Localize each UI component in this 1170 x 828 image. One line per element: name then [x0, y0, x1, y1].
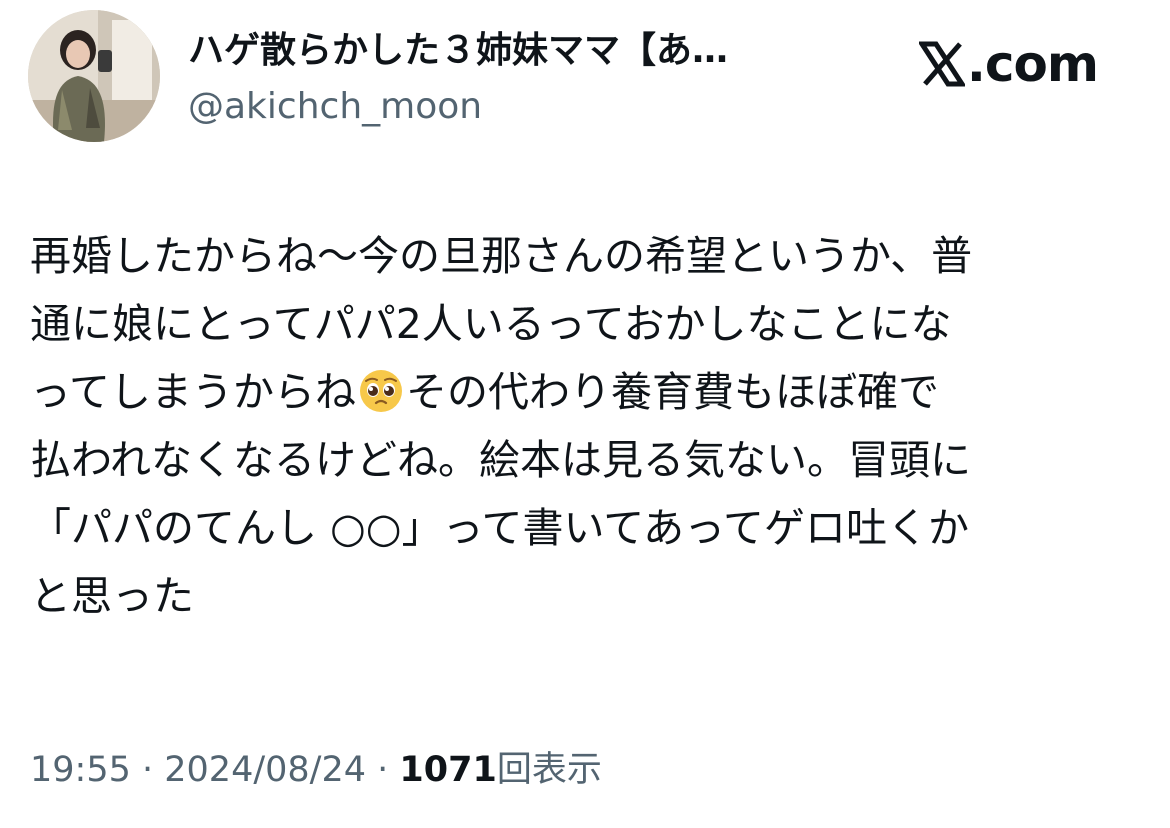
meta-separator: · [130, 750, 165, 790]
tweet-line: 「パパのてんし ○○」って書いてあってゲロ吐くか [30, 504, 970, 552]
tweet-line: ってしまうからね その代わり養育費もほぼ確で [30, 358, 1140, 426]
meta-separator: · [366, 750, 400, 790]
username-handle[interactable]: @akichch_moon [188, 84, 848, 130]
display-name[interactable]: ハゲ散らかした３姉妹ママ【あ… [188, 28, 848, 74]
tweet-header: ハゲ散らかした３姉妹ママ【あ… @akichch_moon .com [28, 10, 1138, 144]
tweet-meta: 19:55 · 2024/08/24 · 1071回表示 [30, 746, 602, 794]
tweet-line: と思った [30, 572, 194, 620]
views-label: 回表示 [496, 750, 602, 790]
pleading-face-emoji-icon [359, 370, 402, 412]
x-com-logo: .com [918, 34, 1099, 94]
tweet-date[interactable]: 2024/08/24 [164, 750, 366, 790]
tweet-line: 再婚したからね〜今の旦那さんの希望というか、普 [30, 232, 973, 280]
author-names: ハゲ散らかした３姉妹ママ【あ… @akichch_moon [188, 28, 848, 130]
tweet-card: ハゲ散らかした３姉妹ママ【あ… @akichch_moon .com 再婚したか… [0, 0, 1170, 828]
tweet-time[interactable]: 19:55 [30, 750, 131, 790]
views-count: 1071 [399, 750, 497, 790]
x-com-text: .com [966, 35, 1099, 93]
tweet-line: 通に娘にとってパパ2人いるっておかしなことにな [30, 300, 952, 348]
avatar[interactable] [28, 10, 160, 142]
profile-photo-icon [28, 10, 160, 142]
tweet-text: 再婚したからね〜今の旦那さんの希望というか、普 通に娘にとってパパ2人いるってお… [30, 222, 1140, 630]
tweet-line: 払われなくなるけどね。絵本は見る気ない。冒頭に [30, 436, 971, 484]
tweet-line-segment: ってしまうからね [30, 368, 356, 416]
x-logo-icon [918, 41, 965, 87]
tweet-line-segment: その代わり養育費もほぼ確で [405, 368, 939, 416]
